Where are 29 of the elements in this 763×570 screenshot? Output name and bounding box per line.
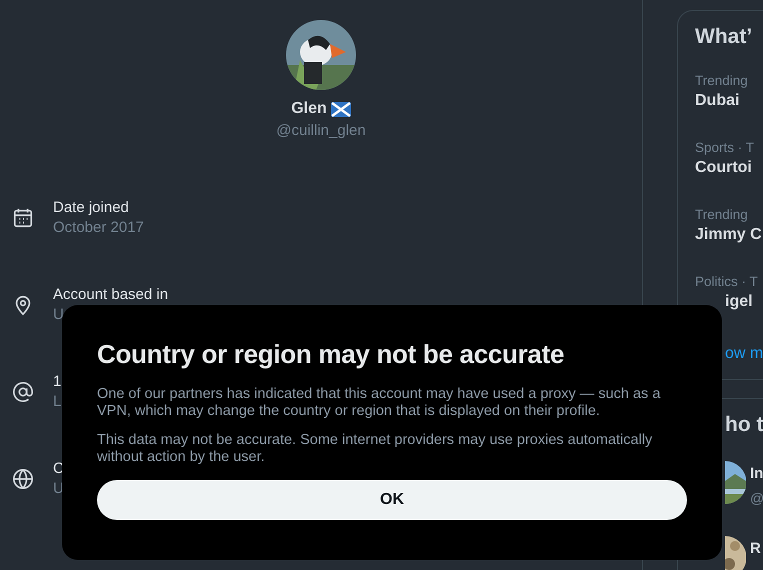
calendar-icon <box>12 206 34 228</box>
account-name[interactable]: R <box>750 540 761 557</box>
account-handle: @ <box>750 490 763 506</box>
trend-topic[interactable]: Dubai <box>695 92 763 110</box>
card-title: ho t <box>724 413 763 437</box>
profile-name: Glen <box>291 100 327 118</box>
trend-topic[interactable]: igel <box>695 293 763 311</box>
trend-topic[interactable]: Courtoi <box>695 159 763 177</box>
flag-icon <box>330 102 351 116</box>
detail-label: Account based in <box>53 286 168 303</box>
trend-context: Trending <box>695 73 749 88</box>
dialog-title: Country or region may not be accurate <box>97 339 566 370</box>
detail-value: U <box>53 306 65 323</box>
trend-context: Trending <box>695 207 749 222</box>
detail-label: Date joined <box>53 199 130 216</box>
at-sign-icon <box>12 380 34 402</box>
profile-handle: @cuillin_glen <box>276 122 366 139</box>
card-title: What’ <box>695 25 754 49</box>
detail-value: October 2017 <box>53 219 144 236</box>
ok-button[interactable]: OK <box>97 480 687 520</box>
globe-icon <box>12 468 34 490</box>
detail-label: 1 <box>53 373 62 390</box>
trend-context: Politics · T <box>695 274 759 289</box>
dialog-text: One of our partners has indicated that this account may have used a proxy — such as a VPN, which may change the country or region that is displayed on their profile. <box>97 386 662 420</box>
detail-value: L <box>53 393 62 410</box>
trend-context: Sports · T <box>695 140 756 155</box>
account-name[interactable]: In <box>750 465 763 482</box>
trend-topic[interactable]: Jimmy C <box>695 226 763 244</box>
dialog-text: This data may not be accurate. Some internet providers may use proxies automatically without action by the user. <box>97 432 654 466</box>
